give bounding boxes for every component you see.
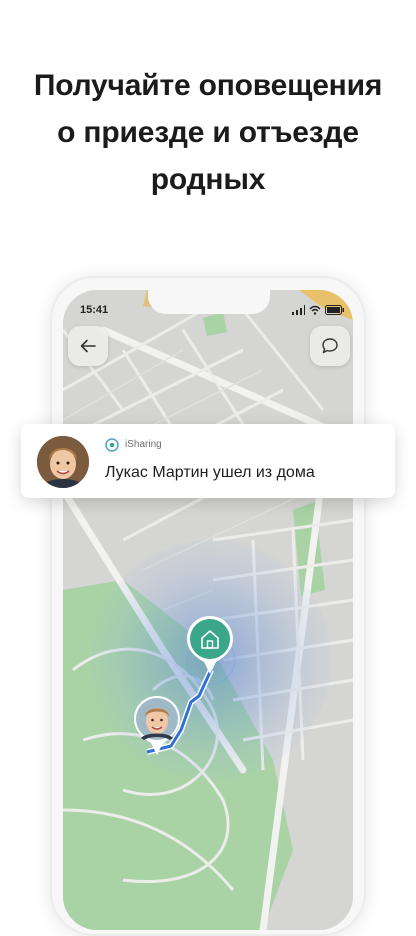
arrow-left-icon [80, 339, 96, 353]
wifi-icon [309, 305, 321, 315]
headline-line-1: Получайте оповещения [33, 69, 383, 102]
status-time: 15:41 [80, 304, 109, 316]
signal-icon [292, 305, 306, 315]
home-location-pin[interactable] [183, 614, 237, 676]
avatar [37, 436, 89, 488]
isharing-logo-icon [105, 438, 119, 452]
notification-message: Лукас Мартин ушел из дома [105, 464, 315, 481]
map-canvas [63, 290, 353, 930]
status-icons [292, 303, 344, 317]
headline-line-2: о приезде и отъезде [57, 116, 359, 149]
back-button[interactable] [68, 326, 108, 366]
battery-icon [324, 305, 344, 315]
member-avatar [136, 698, 178, 740]
chat-bubble-icon [322, 338, 338, 354]
map-view[interactable] [63, 290, 353, 930]
headline-line-3: родных [150, 163, 266, 196]
app-name: iSharing [125, 439, 162, 450]
notification-card[interactable]: iSharing Лукас Мартин ушел из дома [21, 424, 395, 498]
chat-button[interactable] [310, 326, 350, 366]
headline: Получайте оповещения о приезде и отъезде… [0, 62, 416, 203]
family-member-pin[interactable] [130, 694, 184, 758]
phone-notch [148, 290, 270, 314]
